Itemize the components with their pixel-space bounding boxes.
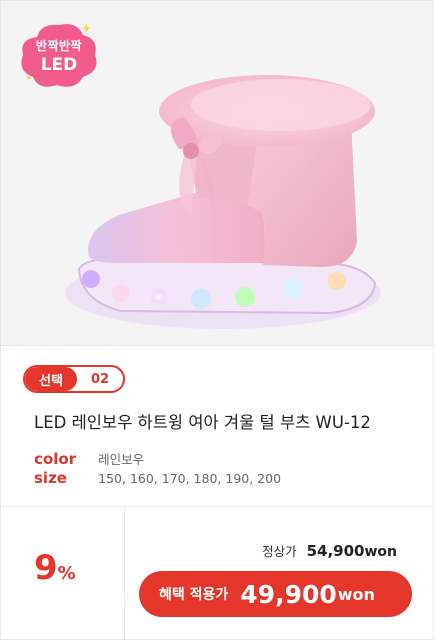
regular-price: 54,900 (306, 542, 365, 560)
discount-unit: % (57, 563, 76, 584)
regular-price-unit: won (364, 544, 397, 560)
size-label: size (34, 469, 67, 487)
product-image[interactable]: ✦ ✦ 반짝반짝 LED (1, 1, 433, 345)
option-select-pill[interactable]: 선택 02 (23, 365, 125, 393)
regular-price-label: 정상가 (262, 544, 297, 559)
benefit-price: 49,900 (240, 579, 337, 609)
spec-size-row: size 150, 160, 170, 180, 190, 200 (34, 469, 281, 487)
color-value: 레인보우 (98, 452, 145, 467)
image-divider (1, 345, 433, 346)
badge-line2: LED (40, 55, 78, 75)
size-value: 150, 160, 170, 180, 190, 200 (98, 471, 282, 486)
price-divider (1, 506, 433, 507)
product-card[interactable]: ✦ ✦ 반짝반짝 LED 선택 02 LED 레인보우 하트윙 여아 겨울 털 … (0, 0, 434, 640)
spec-color-row: color 레인보우 (34, 449, 144, 468)
svg-text:✦: ✦ (81, 22, 92, 37)
product-title[interactable]: LED 레인보우 하트윙 여아 겨울 털 부츠 WU-12 (34, 409, 371, 433)
discount-rate: 9% (34, 548, 76, 588)
led-badge: ✦ ✦ 반짝반짝 LED (17, 19, 101, 91)
svg-text:✦: ✦ (25, 74, 33, 84)
benefit-price-label: 혜택 적용가 (159, 587, 229, 603)
select-label: 선택 (25, 367, 77, 391)
benefit-price-unit: won (337, 584, 375, 604)
price-vertical-divider (124, 506, 125, 639)
option-number: 02 (90, 371, 110, 387)
discount-number: 9 (34, 548, 58, 588)
benefit-price-button[interactable]: 혜택 적용가 49,900 won (139, 571, 412, 617)
color-label: color (34, 450, 77, 468)
regular-price-row: 정상가 54,900won (262, 541, 397, 560)
badge-line1: 반짝반짝 (35, 39, 83, 53)
